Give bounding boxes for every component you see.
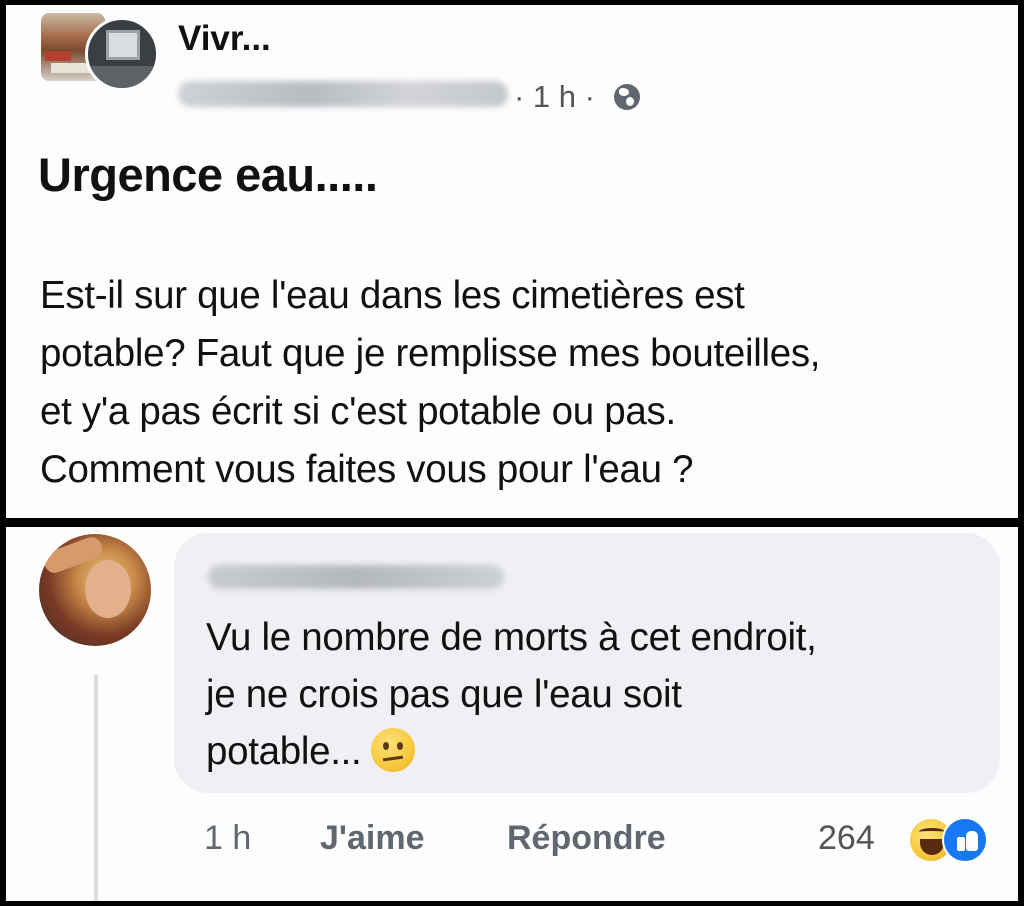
thread-line <box>94 675 98 901</box>
comment-bubble: Vu le nombre de morts à cet endroit, je … <box>174 533 1000 793</box>
comment-line-last: potable... <box>206 723 986 780</box>
post-card: Vivr... · 1 h · Urgence eau..... Est-il … <box>6 5 1018 518</box>
comment-timestamp[interactable]: 1 h <box>204 819 251 858</box>
post-body-line: Comment vous faites vous pour l'eau ? <box>40 448 694 491</box>
confused-face-icon <box>371 728 416 772</box>
avatar-detail <box>85 560 131 618</box>
reply-button[interactable]: Répondre <box>507 819 666 858</box>
post-body-line: Est-il sur que l'eau dans les cimetières… <box>40 274 745 317</box>
comment-section: Vu le nombre de morts à cet endroit, je … <box>6 527 1018 901</box>
comment-line: potable... <box>206 730 362 773</box>
comment-actions: 1 h J'aime Répondre 264 <box>204 817 1004 863</box>
post-body-line: et y'a pas écrit si c'est potable ou pas… <box>40 390 676 433</box>
avatar-detail <box>106 30 140 60</box>
group-name-link[interactable]: Vivr... <box>178 19 271 59</box>
commenter-name-redacted[interactable] <box>208 565 504 589</box>
post-body-line: potable? Faut que je remplisse mes boute… <box>40 332 821 375</box>
commenter-avatar[interactable] <box>39 534 151 646</box>
icon-detail <box>920 839 944 855</box>
thumbnail-detail <box>45 51 71 61</box>
screenshot: Vivr... · 1 h · Urgence eau..... Est-il … <box>0 0 1024 906</box>
thumbnail-detail <box>51 63 91 73</box>
group-avatar[interactable] <box>41 13 159 91</box>
post-body: Est-il sur que l'eau dans les cimetières… <box>40 267 1000 499</box>
post-timestamp[interactable]: · 1 h · <box>514 79 595 115</box>
comment-line: je ne crois pas que l'eau soit <box>206 673 682 716</box>
reaction-count[interactable]: 264 <box>818 819 875 858</box>
comment-line: Vu le nombre de morts à cet endroit, <box>206 616 817 659</box>
like-icon[interactable] <box>942 817 988 863</box>
author-avatar[interactable] <box>85 17 159 91</box>
avatar-detail <box>88 66 156 88</box>
icon-detail <box>919 828 945 836</box>
comment-text: Vu le nombre de morts à cet endroit, je … <box>206 609 986 780</box>
author-name-redacted[interactable] <box>178 81 508 107</box>
like-button[interactable]: J'aime <box>320 819 425 858</box>
globe-icon <box>614 84 640 110</box>
post-title: Urgence eau..... <box>38 148 378 201</box>
